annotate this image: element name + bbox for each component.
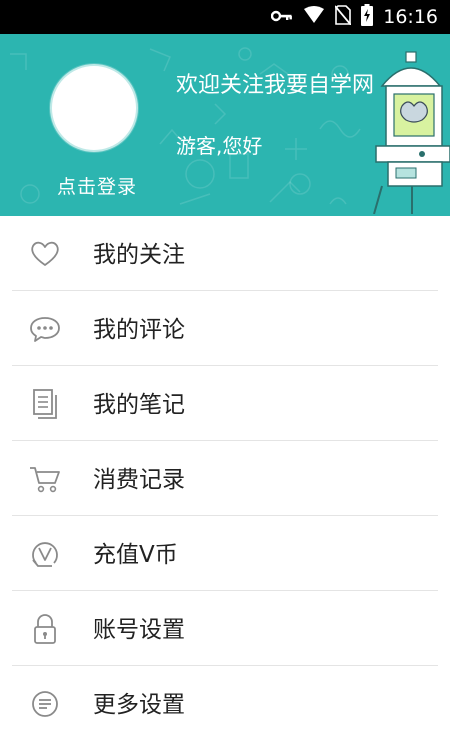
lock-icon bbox=[29, 614, 61, 644]
comment-icon bbox=[29, 315, 61, 343]
login-button[interactable]: 点击登录 bbox=[54, 172, 140, 199]
menu-item-recharge-v-coin[interactable]: 充值V币 bbox=[0, 516, 450, 591]
wifi-icon bbox=[303, 6, 325, 28]
greeting-text: 游客,您好 bbox=[176, 134, 263, 158]
menu-item-my-follows[interactable]: 我的关注 bbox=[0, 216, 450, 291]
menu-item-purchase-history[interactable]: 消费记录 bbox=[0, 441, 450, 516]
profile-header: 点击登录 欢迎关注我要自学网 游客,您好 bbox=[0, 34, 450, 216]
heart-icon bbox=[29, 240, 61, 268]
menu-item-account-settings[interactable]: 账号设置 bbox=[0, 591, 450, 666]
cart-icon bbox=[29, 465, 61, 493]
menu-item-label: 消费记录 bbox=[93, 467, 185, 493]
more-settings-icon bbox=[29, 690, 61, 718]
battery-charging-icon bbox=[361, 4, 374, 30]
v-coin-icon bbox=[29, 540, 61, 568]
menu-item-label: 我的关注 bbox=[93, 242, 185, 268]
robot-brain-illustration bbox=[373, 51, 450, 214]
menu-item-label: 我的评论 bbox=[93, 317, 185, 343]
notes-icon bbox=[29, 389, 61, 419]
status-time: 16:16 bbox=[383, 6, 438, 28]
menu-item-label: 账号设置 bbox=[93, 617, 185, 643]
status-bar: 16:16 bbox=[0, 0, 450, 34]
menu-list: 我的关注 我的评论 我的笔记 消费记录 充值V币 账号设置 更多设置 bbox=[0, 216, 450, 741]
menu-item-label: 更多设置 bbox=[93, 692, 185, 718]
no-sim-icon bbox=[334, 5, 352, 29]
menu-item-my-comments[interactable]: 我的评论 bbox=[0, 291, 450, 366]
menu-item-label: 我的笔记 bbox=[93, 392, 185, 418]
menu-item-label: 充值V币 bbox=[93, 542, 178, 568]
key-icon bbox=[271, 8, 293, 27]
welcome-title: 欢迎关注我要自学网 bbox=[176, 73, 375, 98]
status-icons: 16:16 bbox=[271, 0, 438, 34]
avatar[interactable] bbox=[50, 64, 138, 152]
menu-item-my-notes[interactable]: 我的笔记 bbox=[0, 366, 450, 441]
